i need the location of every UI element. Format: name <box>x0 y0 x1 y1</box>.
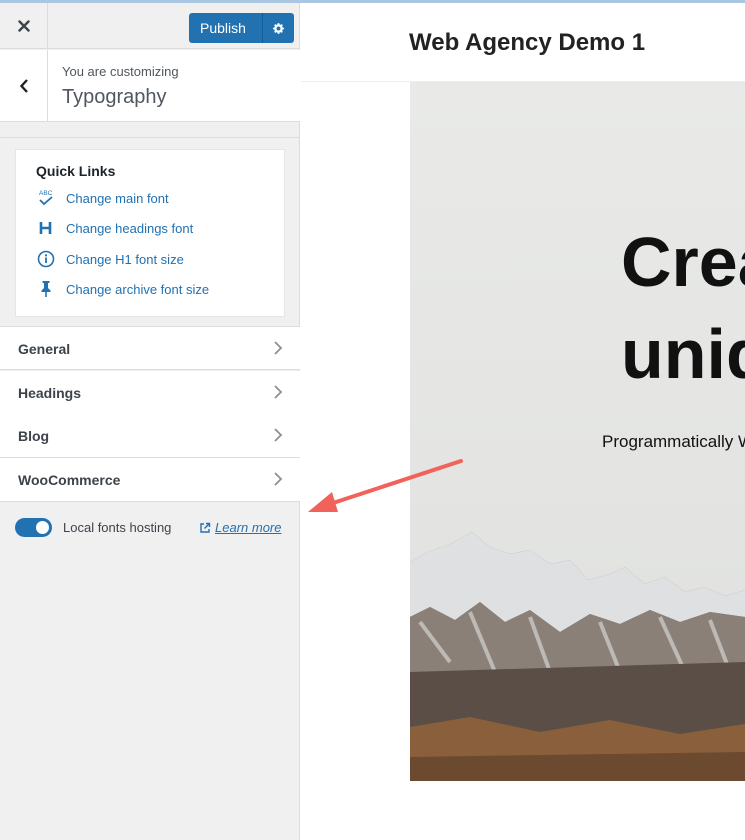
publish-group: Publish <box>189 13 294 43</box>
site-header: Web Agency Demo 1 <box>301 3 745 82</box>
section-breadcrumb: You are customizing Typography <box>0 50 300 122</box>
page-title: Typography <box>62 86 167 108</box>
local-fonts-label: Local fonts hosting <box>63 520 172 535</box>
learn-more-label: Learn more <box>215 520 282 535</box>
section-general[interactable]: General <box>0 326 300 370</box>
hero-heading-line2: uniq <box>621 315 745 393</box>
chevron-right-icon <box>274 341 283 355</box>
hero-subtitle: Programmatically W <box>602 432 745 451</box>
publish-settings-button[interactable] <box>262 13 294 43</box>
quick-links-title: Quick Links <box>36 163 116 179</box>
local-fonts-toggle[interactable] <box>15 518 52 537</box>
site-preview: Web Agency Demo 1 Crea uniq Programmatic… <box>301 3 745 840</box>
section-headings[interactable]: Headings <box>0 371 300 415</box>
section-label: Blog <box>18 428 50 444</box>
quick-link-headings-font[interactable]: Change headings font <box>35 218 193 238</box>
hero-heading-line1: Crea <box>621 223 745 301</box>
quick-link-label: Change headings font <box>66 220 194 236</box>
chevron-right-icon <box>274 385 283 399</box>
section-woocommerce[interactable]: WooCommerce <box>0 458 300 502</box>
svg-text:ABC: ABC <box>39 190 53 197</box>
info-icon <box>35 249 57 269</box>
chevron-left-icon <box>19 79 28 93</box>
quick-link-main-font[interactable]: ABC Change main font <box>35 188 169 208</box>
customizer-sidebar: Publish You are customizing Typography Q… <box>0 3 300 840</box>
pin-icon <box>35 279 57 299</box>
breadcrumb-subtitle: You are customizing <box>62 64 179 79</box>
back-button[interactable] <box>0 50 48 122</box>
quick-link-label: Change main font <box>66 190 169 206</box>
spellcheck-icon: ABC <box>35 188 57 208</box>
section-label: WooCommerce <box>18 472 121 488</box>
quick-links-panel: Quick Links ABC Change main font Change … <box>15 149 285 317</box>
quick-link-label: Change H1 font size <box>66 251 184 267</box>
section-blog[interactable]: Blog <box>0 414 300 458</box>
customizer-header: Publish <box>0 3 300 49</box>
close-icon <box>17 20 30 32</box>
mountain-image <box>410 532 745 781</box>
publish-button[interactable]: Publish <box>189 13 263 43</box>
learn-more-link[interactable]: Learn more <box>199 520 281 535</box>
heading-icon <box>35 218 57 238</box>
gear-icon <box>273 22 284 34</box>
quick-link-label: Change archive font size <box>66 281 210 297</box>
hero-section: Crea uniq Programmatically W <box>410 82 745 781</box>
close-button[interactable] <box>0 3 48 49</box>
quick-link-archive-size[interactable]: Change archive font size <box>35 279 209 299</box>
section-label: Headings <box>18 385 82 401</box>
quick-link-h1-size[interactable]: Change H1 font size <box>35 249 184 269</box>
toggle-knob <box>36 521 49 534</box>
section-label: General <box>18 341 71 357</box>
external-link-icon <box>200 522 211 533</box>
site-title[interactable]: Web Agency Demo 1 <box>409 29 645 57</box>
divider <box>0 137 300 138</box>
chevron-right-icon <box>274 472 283 486</box>
chevron-right-icon <box>274 428 283 442</box>
local-fonts-row: Local fonts hosting Learn more <box>0 505 300 555</box>
